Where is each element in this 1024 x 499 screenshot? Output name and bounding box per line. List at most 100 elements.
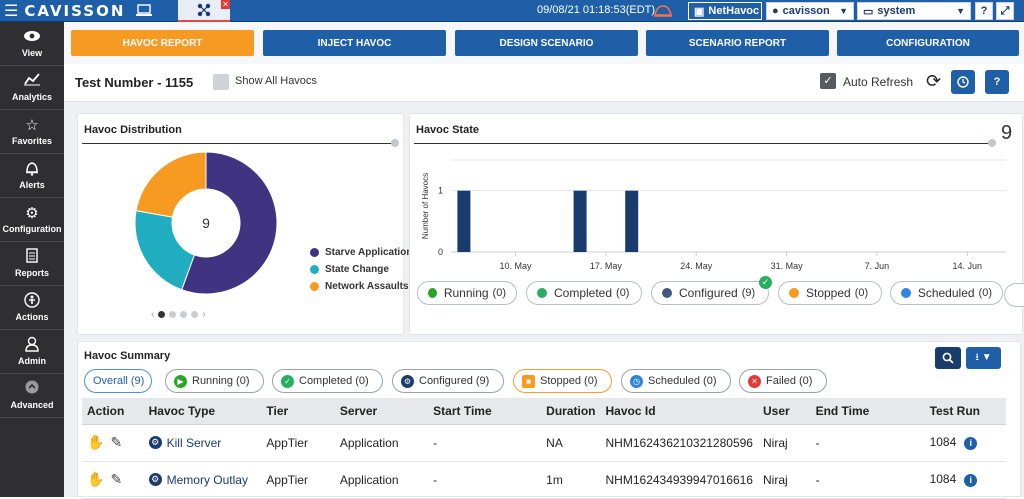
pager-dot[interactable] [191, 311, 199, 318]
filter-completed[interactable]: ✓ Completed (0) [272, 369, 383, 393]
column-header[interactable]: User [757, 398, 811, 425]
tab-design-scenario[interactable]: DESIGN SCENARIO [455, 30, 638, 56]
sidebar-item-admin[interactable]: Admin [0, 330, 64, 374]
pager-dot[interactable] [158, 311, 166, 318]
pie-slice-state-change[interactable] [134, 210, 196, 291]
legend-label: Network Assaults [325, 281, 409, 292]
sidebar-item-analytics[interactable]: Analytics [0, 66, 64, 110]
download-dropdown[interactable]: ⭳ ▼ [966, 347, 1001, 369]
chevron-right-icon[interactable]: › [202, 309, 205, 320]
legend-item-starve-application[interactable]: Starve Application [310, 244, 412, 261]
column-header[interactable]: Havoc Type [143, 398, 262, 425]
menu-icon[interactable]: ☰ [4, 1, 18, 21]
stop-hand-icon[interactable]: ✋ [87, 471, 104, 488]
column-header[interactable]: Action [82, 398, 144, 425]
auto-refresh-checkbox[interactable]: ✓ [820, 73, 836, 89]
legend-item-network-assaults[interactable]: Network Assaults [310, 278, 412, 295]
state-chip-running[interactable]: Running (0) [417, 281, 517, 305]
sidebar-item-view[interactable]: View [0, 22, 64, 66]
sidebar-item-alerts[interactable]: Alerts [0, 154, 64, 198]
havoc-type-link[interactable]: Kill Server [167, 436, 222, 450]
sidebar-item-configuration[interactable]: ⚙ Configuration [0, 198, 64, 242]
tab-scenario-report[interactable]: SCENARIO REPORT [646, 30, 829, 56]
pager-dot[interactable] [180, 311, 188, 318]
state-chip-stopped[interactable]: Stopped (0) [778, 281, 882, 305]
column-header[interactable]: Test Run [924, 398, 1006, 425]
table-row[interactable]: ✋ ✎ ⚙ Kill Server AppTier Application - NA… [82, 424, 1006, 462]
filter-configured[interactable]: ⚙ Configured (9) [392, 369, 504, 393]
state-chip-completed[interactable]: Completed (0) [526, 281, 642, 305]
filter-scheduled[interactable]: ◷ Scheduled (0) [621, 369, 731, 393]
search-button[interactable] [935, 347, 961, 369]
info-icon[interactable]: i [964, 437, 978, 450]
advanced-icon [0, 380, 64, 400]
y-tick-label: 1 [438, 186, 443, 196]
alert-icon[interactable] [652, 3, 674, 19]
chevron-left-icon[interactable]: ‹ [151, 309, 154, 320]
admin-icon [0, 336, 64, 356]
bar[interactable] [457, 190, 471, 252]
state-chip-configured[interactable]: Configured (9) ✓ [651, 276, 772, 305]
pie-slice-network-assaults[interactable] [135, 151, 207, 218]
x-tick-label: 14. Jun [953, 261, 983, 271]
refresh-icon[interactable]: ⟳ [926, 71, 941, 92]
filter-overall[interactable]: Overall (9) [84, 369, 152, 393]
havoc-type-cell[interactable]: ⚙ Kill Server [143, 424, 262, 462]
system-dropdown[interactable]: ▭ system ▼ [857, 2, 971, 20]
test-run-cell: 1084 i [924, 461, 1006, 499]
havoc-type-cell[interactable]: ⚙ Memory Outlay [143, 461, 262, 499]
filter-failed[interactable]: ✕ Failed (0) [739, 369, 827, 393]
filter-stopped[interactable]: ■ Stopped (0) [513, 369, 612, 393]
chip-count: (0) [978, 287, 992, 299]
chart-icon [0, 72, 64, 92]
panel-title: Havoc Summary [84, 350, 171, 362]
nethavoc-module-icon[interactable]: ✕ [178, 0, 230, 22]
column-header[interactable]: Tier [261, 398, 335, 425]
slider-handle[interactable] [988, 139, 996, 147]
bar[interactable] [625, 190, 639, 252]
user-dropdown[interactable]: ● cavisson ▼ [766, 2, 854, 20]
stop-hand-icon[interactable]: ✋ [87, 434, 104, 451]
havoc-summary-panel: Havoc Summary ⭳ ▼ Overall (9) ▶ Running (… [77, 341, 1021, 499]
nethavoc-label: NetHavoc [708, 5, 760, 17]
sidebar-item-reports[interactable]: Reports [0, 242, 64, 286]
stopped-status-icon [789, 288, 799, 298]
tab-inject-havoc[interactable]: INJECT HAVOC [263, 30, 446, 56]
show-all-checkbox[interactable] [213, 74, 229, 90]
column-header[interactable]: Server [334, 398, 429, 425]
column-header[interactable]: Duration [541, 398, 601, 425]
x-tick-label: 7. Jun [865, 261, 890, 271]
x-tick-label: 31. May [771, 261, 804, 271]
monitor-icon[interactable] [136, 3, 152, 17]
sidebar-item-favorites[interactable]: ☆ Favorites [0, 110, 64, 154]
pager-dot[interactable] [169, 311, 177, 318]
bar[interactable] [573, 190, 587, 252]
table-row[interactable]: ✋ ✎ ⚙ Memory Outlay AppTier Application - … [82, 461, 1006, 499]
column-header[interactable]: End Time [810, 398, 925, 425]
help-button[interactable]: ? [975, 2, 993, 20]
close-icon[interactable]: ✕ [221, 0, 230, 9]
edit-icon[interactable]: ✎ [110, 434, 122, 451]
column-header[interactable]: Havoc Id [600, 398, 758, 425]
tab-configuration[interactable]: CONFIGURATION [837, 30, 1019, 56]
slider-handle[interactable] [391, 139, 399, 147]
clock-button[interactable] [951, 70, 975, 94]
help-button[interactable]: ? [985, 70, 1009, 94]
nethavoc-button[interactable]: ▣ NetHavoc [688, 2, 762, 20]
legend-swatch [310, 265, 319, 274]
expand-icon[interactable]: ⤢ [996, 2, 1014, 20]
legend-label: State Change [325, 264, 389, 275]
sidebar-item-advanced[interactable]: Advanced [0, 374, 64, 418]
state-chip-scheduled[interactable]: Scheduled (0) [890, 281, 1003, 305]
info-icon[interactable]: i [964, 474, 978, 487]
filter-running[interactable]: ▶ Running (0) [165, 369, 264, 393]
legend-item-state-change[interactable]: State Change [310, 261, 412, 278]
state-chip-more[interactable] [1004, 283, 1024, 307]
havoc-state-chart: Number of Havocs 0 1 10. May 17. May 24. May 3… [421, 159, 1006, 271]
column-header[interactable]: Start Time [428, 398, 542, 425]
tab-havoc-report[interactable]: HAVOC REPORT [71, 30, 254, 56]
edit-icon[interactable]: ✎ [110, 471, 122, 488]
duration-cell: NA [541, 424, 601, 462]
sidebar-item-actions[interactable]: Actions [0, 286, 64, 330]
havoc-type-link[interactable]: Memory Outlay [167, 473, 248, 487]
